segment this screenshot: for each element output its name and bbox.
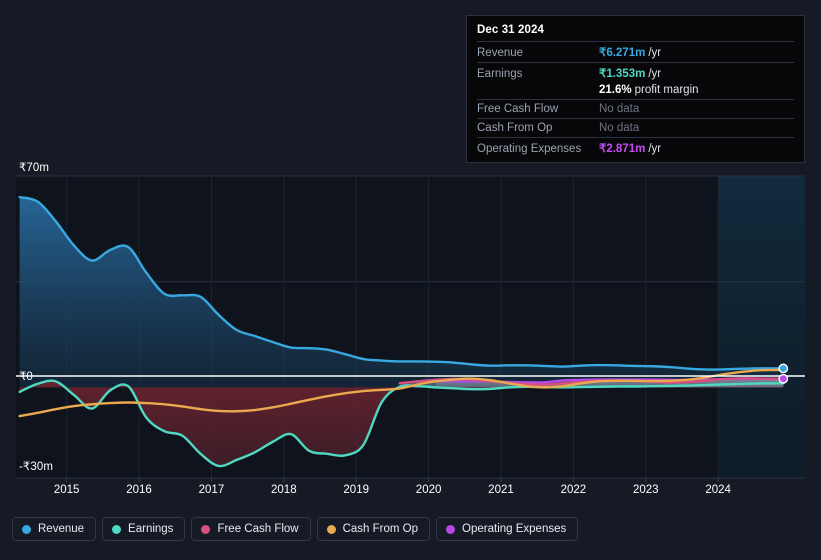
tooltip-row-value-wrap: ₹2.871m/yr — [599, 141, 661, 155]
tooltip-row-value-wrap: ₹1.353m/yr — [599, 66, 661, 80]
tooltip-row-value: No data — [599, 122, 640, 134]
legend-item-label: Earnings — [128, 523, 174, 535]
y-axis-label-top: ₹70m — [19, 162, 50, 174]
legend-item-label: Free Cash Flow — [217, 523, 299, 535]
tooltip-row: Revenue ₹6.271m/yr — [477, 41, 794, 62]
tooltip-row-value: ₹2.871m — [599, 143, 646, 155]
legend-item-label: Cash From Op — [342, 523, 419, 535]
legend-color-dot — [201, 524, 211, 534]
tooltip-row-value: ₹1.353m — [599, 68, 646, 80]
legend-item-operating-expenses[interactable]: Operating Expenses — [436, 517, 579, 541]
legend-color-dot — [446, 524, 456, 534]
tooltip-row-suffix: /yr — [648, 47, 662, 59]
tooltip-row-value: No data — [599, 103, 640, 115]
legend-item-cash-from-op[interactable]: Cash From Op — [316, 517, 431, 541]
x-axis-label-2020: 2020 — [415, 484, 442, 496]
tooltip-row-suffix: /yr — [648, 143, 662, 155]
tooltip-rows: Revenue ₹6.271m/yr Earnings ₹1.353m/yr 21.6%… — [477, 41, 794, 158]
x-axis-label-2015: 2015 — [53, 484, 80, 496]
x-axis-label-2017: 2017 — [198, 484, 225, 496]
tooltip-row-label: Cash From Op — [477, 122, 553, 134]
tooltip-row: Cash From Op No data — [477, 118, 794, 137]
end-marker-operating-expenses — [778, 373, 789, 384]
tooltip-row-suffix: /yr — [648, 68, 662, 80]
tooltip-row-value: 21.6% — [599, 84, 632, 96]
x-axis-label-2024: 2024 — [705, 484, 731, 496]
tooltip-date: Dec 31 2024 — [477, 24, 544, 36]
legend-color-dot — [22, 524, 31, 534]
legend-color-dot — [326, 524, 336, 534]
x-axis-label-2021: 2021 — [488, 484, 514, 496]
tooltip-row-label: Free Cash Flow — [477, 103, 559, 115]
tooltip-row-value-wrap: No data — [599, 103, 639, 115]
legend-color-dot — [112, 524, 122, 534]
tooltip-row-value-wrap: ₹6.271m/yr — [599, 45, 661, 59]
tooltip-row-label: Operating Expenses — [477, 143, 582, 155]
legend-item-label: Operating Expenses — [462, 523, 567, 535]
y-axis-label-bottom: -₹30m — [19, 461, 54, 473]
x-tick-marks — [66, 478, 719, 482]
tooltip-row-value-wrap: 21.6% profit margin — [599, 84, 699, 96]
x-axis-label-2019: 2019 — [343, 484, 369, 496]
x-axis-label-2016: 2016 — [126, 484, 152, 496]
tooltip-row-value: ₹6.271m — [599, 47, 646, 59]
tooltip-row-label: Revenue — [477, 47, 524, 59]
tooltip-row: Operating Expenses ₹2.871m/yr — [477, 137, 794, 158]
y-axis-label-zero: ₹0 — [19, 371, 33, 383]
legend-item-label: Revenue — [38, 523, 85, 535]
tooltip-row: Free Cash Flow No data — [477, 99, 794, 118]
tooltip-row: 21.6% profit margin — [477, 83, 794, 99]
legend-item-earnings[interactable]: Earnings — [102, 517, 186, 541]
tooltip-row-suffix: profit margin — [634, 84, 699, 96]
legend-item-free-cash-flow[interactable]: Free Cash Flow — [191, 517, 311, 541]
legend-item-revenue[interactable]: Revenue — [12, 517, 97, 541]
x-axis-label-2023: 2023 — [632, 484, 659, 496]
x-axis-label-2018: 2018 — [271, 484, 297, 496]
forecast-band — [718, 176, 805, 478]
end-marker-revenue — [778, 363, 789, 374]
x-axis-label-2022: 2022 — [560, 484, 587, 496]
tooltip-row: Earnings ₹1.353m/yr — [477, 62, 794, 83]
chart-legend: Revenue Earnings Free Cash Flow Cash From O… — [12, 517, 579, 541]
tooltip-row-label: Earnings — [477, 68, 523, 80]
chart-tooltip: Dec 31 2024 Revenue ₹6.271m/yr Earnings ₹1.… — [466, 15, 805, 163]
tooltip-row-value-wrap: No data — [599, 122, 639, 134]
